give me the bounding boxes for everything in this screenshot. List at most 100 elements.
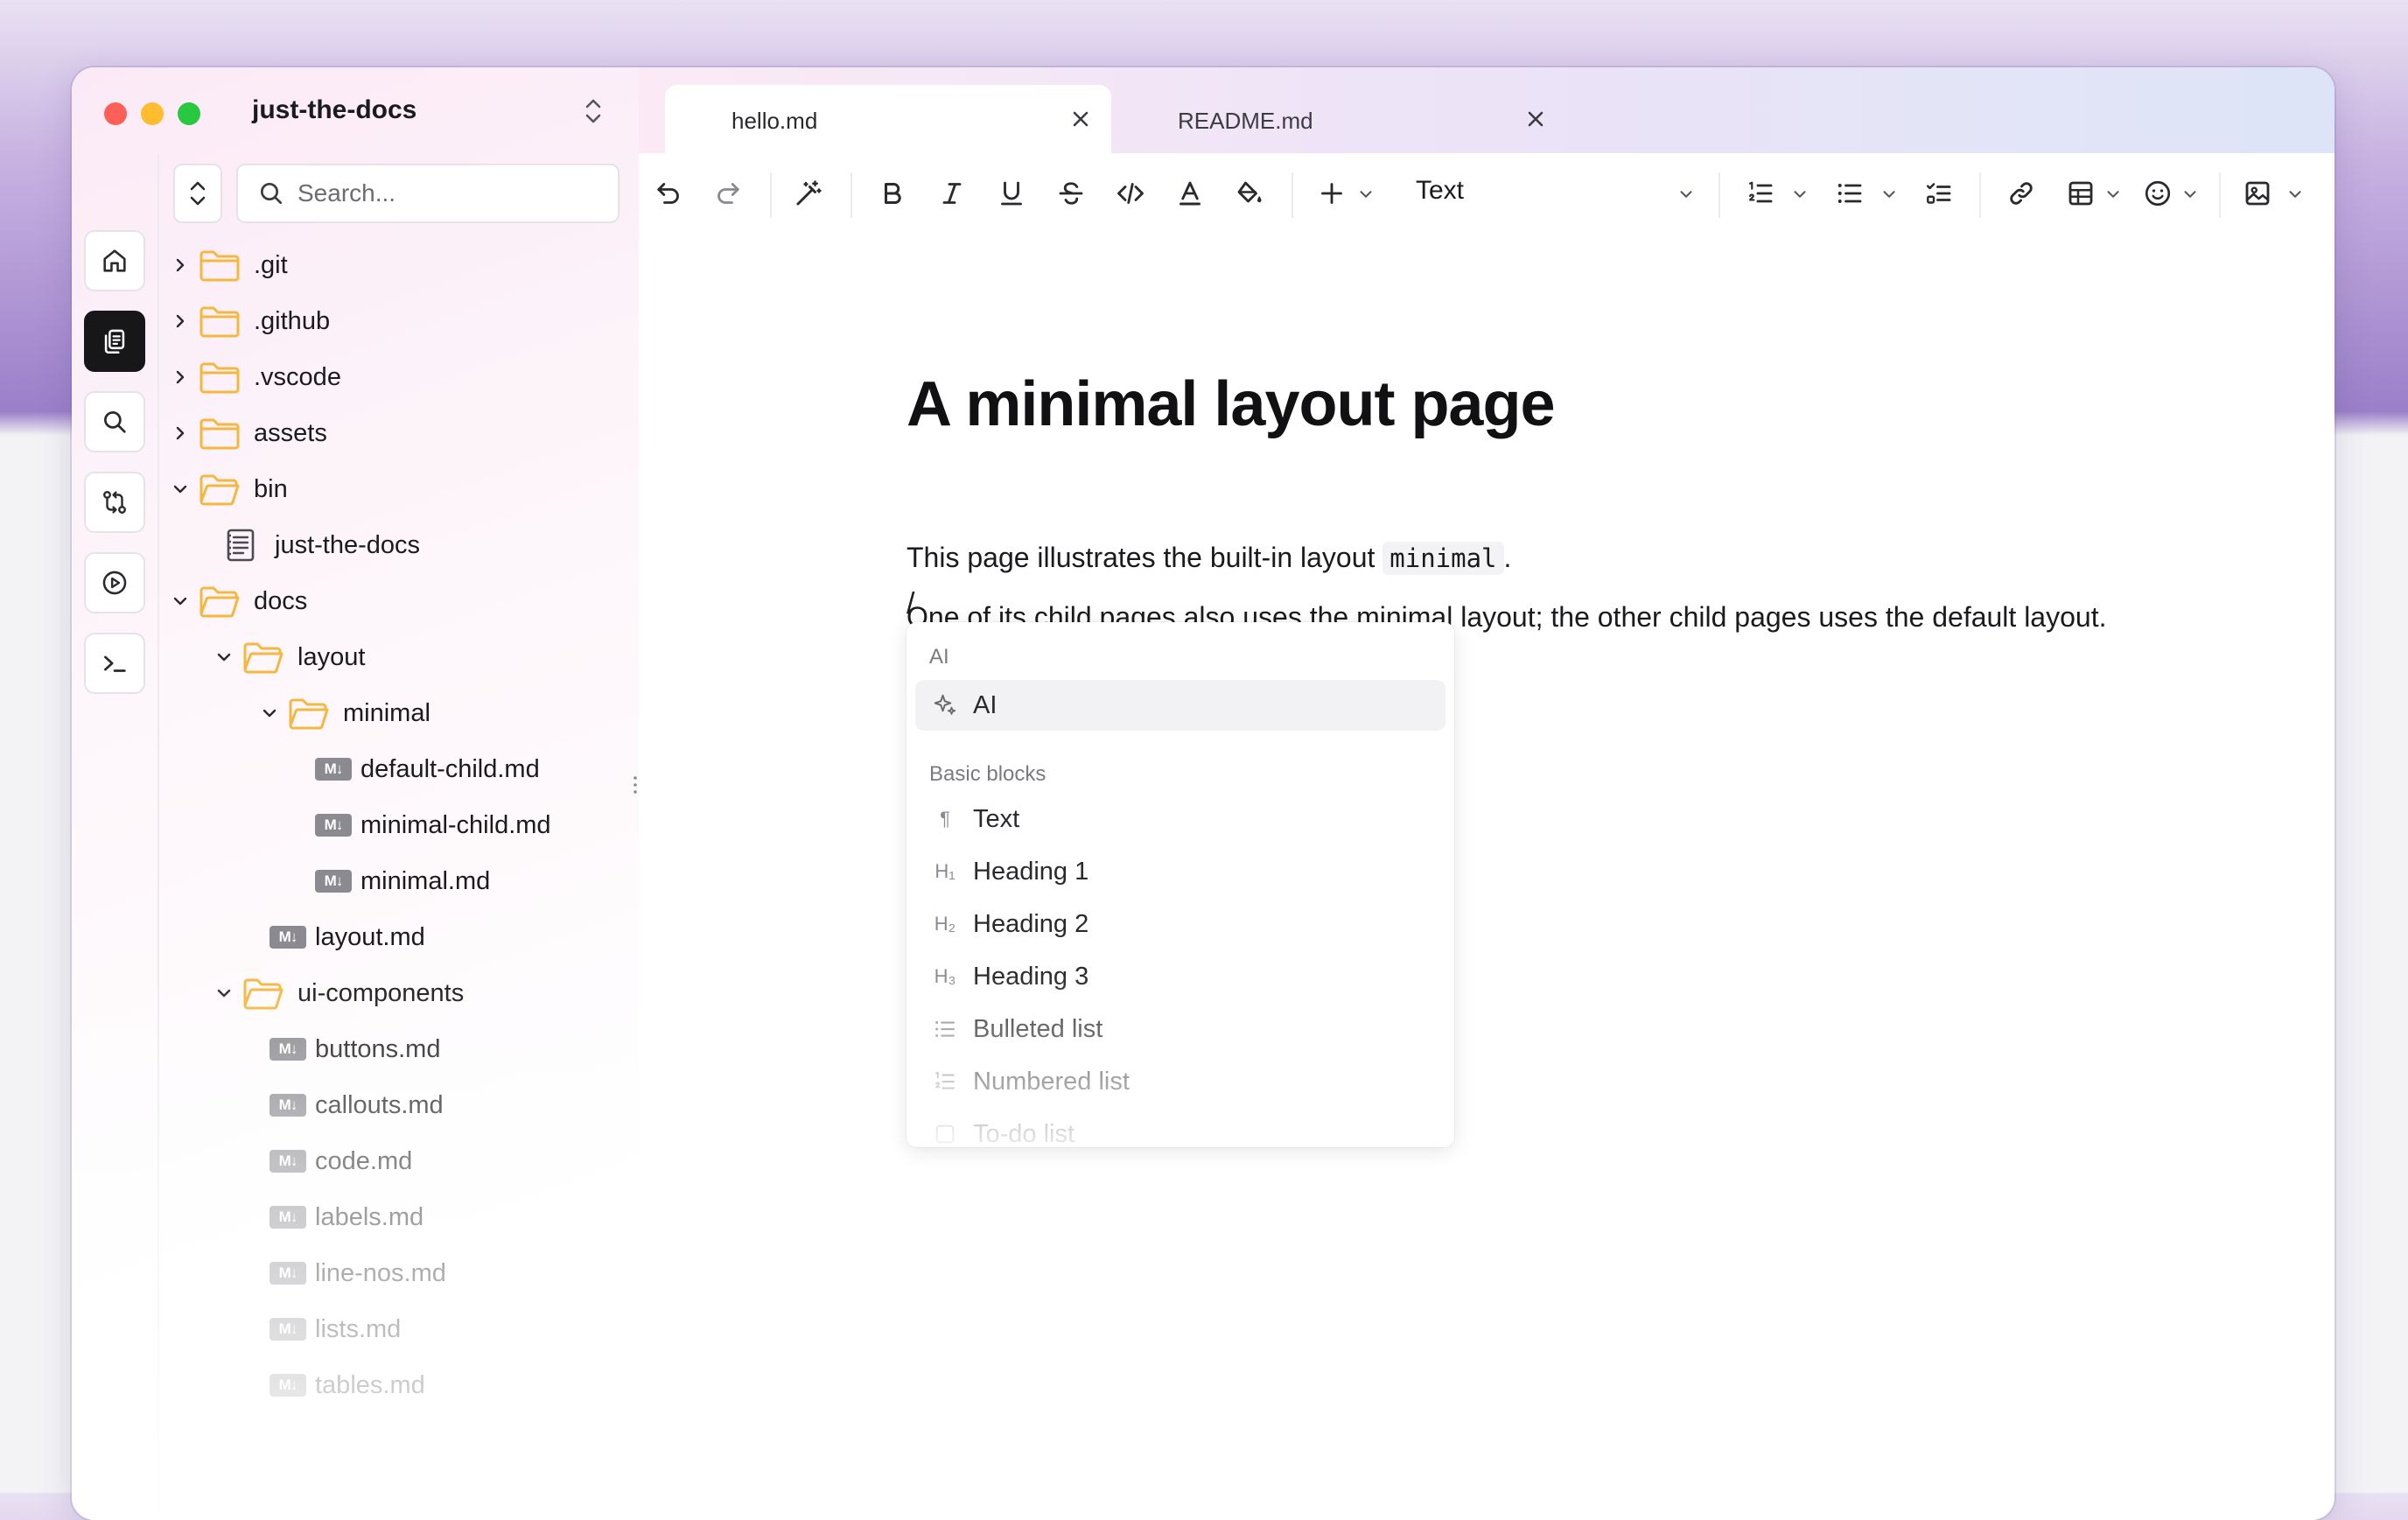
menu-item-heading-2[interactable]: H₂ Heading 2: [915, 899, 1446, 949]
text-color-button[interactable]: [1172, 176, 1208, 211]
document-title[interactable]: A minimal layout page: [906, 368, 1555, 440]
italic-button[interactable]: [934, 176, 970, 211]
search-field[interactable]: [236, 164, 620, 223]
underline-button[interactable]: [994, 176, 1029, 211]
chevron-down-icon[interactable]: [1790, 185, 1810, 204]
chevron-down-icon[interactable]: [1880, 185, 1899, 204]
minimize-window-button[interactable]: [141, 102, 164, 125]
highlight-button[interactable]: [1232, 176, 1267, 211]
block-type-select[interactable]: Text: [1416, 176, 1464, 206]
close-icon[interactable]: [1522, 106, 1549, 132]
tree-item-label: minimal-child.md: [360, 810, 551, 839]
files-button[interactable]: [84, 311, 145, 372]
tree-item-label: code.md: [315, 1146, 413, 1175]
search-icon: [104, 411, 126, 433]
editor-area[interactable]: A minimal layout page This page illustra…: [639, 234, 2334, 1520]
insert-button[interactable]: [1314, 176, 1349, 211]
search-panel-button[interactable]: [84, 391, 145, 452]
strikethrough-button[interactable]: [1054, 176, 1088, 211]
tree-item-default-child-md[interactable]: M↓ default-child.md: [158, 743, 630, 795]
tree-item-just-the-docs[interactable]: just-the-docs: [158, 519, 630, 571]
tree-item-label: line-nos.md: [315, 1258, 446, 1287]
markdown-icon: M↓: [266, 1254, 310, 1292]
tree-item-lists-md[interactable]: M↓ lists.md: [158, 1303, 630, 1355]
menu-item-bulleted-list[interactable]: Bulleted list: [915, 1004, 1446, 1054]
tree-item-minimal[interactable]: minimal: [158, 687, 630, 739]
text-color-icon: [1180, 181, 1200, 206]
tab-hello-md[interactable]: hello.md: [665, 85, 1111, 153]
image-button[interactable]: [2240, 176, 2275, 211]
tree-item-code-md[interactable]: M↓ code.md: [158, 1135, 630, 1187]
tree-item-label: lists.md: [315, 1314, 402, 1343]
paragraph-text: .: [1503, 542, 1512, 573]
maximize-window-button[interactable]: [178, 102, 200, 125]
tree-item-bin[interactable]: bin: [158, 463, 630, 515]
bulleted-list-icon: [1838, 184, 1862, 203]
tree-item-buttons-md[interactable]: M↓ buttons.md: [158, 1023, 630, 1075]
activity-rail: [72, 153, 159, 1520]
chevron-down-icon[interactable]: [2104, 185, 2123, 204]
tree-item-minimal-child-md[interactable]: M↓ minimal-child.md: [158, 799, 630, 851]
emoji-button[interactable]: [2140, 176, 2175, 211]
terminal-button[interactable]: [84, 633, 145, 694]
home-icon: [103, 249, 126, 272]
workspace-name[interactable]: just-the-docs: [252, 95, 416, 125]
bold-button[interactable]: [875, 176, 910, 211]
undo-button[interactable]: [651, 176, 686, 211]
menu-item-ai[interactable]: AI: [915, 680, 1446, 731]
folder-open-icon: [242, 638, 285, 676]
tree-item-minimal-md[interactable]: M↓ minimal.md: [158, 855, 630, 907]
tree-item-docs[interactable]: docs: [158, 575, 630, 627]
numbered-list-button[interactable]: [1743, 176, 1778, 211]
run-button[interactable]: [84, 552, 145, 613]
menu-item-heading-1[interactable]: H₁ Heading 1: [915, 846, 1446, 897]
markdown-icon: M↓: [266, 1310, 310, 1348]
chevron-down-icon[interactable]: [1356, 185, 1376, 204]
menu-item-text[interactable]: ¶ Text: [915, 794, 1446, 844]
slash-command-menu: AI AI Basic blocks ¶ Text H₁ Heading 1 H…: [906, 622, 1454, 1147]
tree-item-github[interactable]: .github: [158, 295, 630, 347]
table-button[interactable]: [2063, 176, 2098, 211]
menu-group-label: Basic blocks: [929, 762, 1046, 786]
plus-icon: [1321, 183, 1342, 204]
chevron-down-icon[interactable]: [2286, 185, 2305, 204]
tree-item-tables-md[interactable]: M↓ tables.md: [158, 1359, 630, 1411]
todo-list-button[interactable]: [1922, 176, 1956, 211]
chevron-right-icon: [176, 258, 185, 272]
home-button[interactable]: [84, 230, 145, 291]
paragraph-1[interactable]: This page illustrates the built-in layou…: [906, 542, 1512, 575]
sort-button[interactable]: [173, 164, 222, 223]
tree-item-git[interactable]: .git: [158, 239, 630, 291]
code-button[interactable]: [1113, 176, 1148, 211]
tree-item-vscode[interactable]: .vscode: [158, 351, 630, 403]
workspace-switch-icon[interactable]: [581, 94, 606, 129]
source-control-button[interactable]: [84, 472, 145, 533]
tree-item-ui-components[interactable]: ui-components: [158, 967, 630, 1019]
ai-magic-button[interactable]: [791, 176, 826, 211]
tab-readme-md[interactable]: README.md: [1111, 85, 1566, 153]
link-button[interactable]: [2004, 176, 2039, 211]
numbered-list-icon: [929, 1066, 961, 1097]
tree-item-line-nos-md[interactable]: M↓ line-nos.md: [158, 1247, 630, 1299]
menu-item-todo-list[interactable]: To-do list: [915, 1109, 1446, 1147]
terminal-icon: [104, 655, 126, 672]
close-icon[interactable]: [1068, 106, 1094, 132]
tree-item-labels-md[interactable]: M↓ labels.md: [158, 1191, 630, 1243]
toolbar-separator: [1292, 172, 1293, 218]
tree-item-assets[interactable]: assets: [158, 407, 630, 459]
bulleted-list-button[interactable]: [1832, 176, 1867, 211]
search-input[interactable]: [296, 179, 597, 208]
tree-item-layout[interactable]: layout: [158, 631, 630, 683]
menu-item-numbered-list[interactable]: Numbered list: [915, 1056, 1446, 1107]
slash-command-text[interactable]: /: [906, 587, 914, 621]
tree-item-layout-md[interactable]: M↓ layout.md: [158, 911, 630, 963]
chevron-down-icon[interactable]: [1676, 185, 1696, 204]
chevron-down-icon[interactable]: [2180, 185, 2200, 204]
close-window-button[interactable]: [104, 102, 127, 125]
menu-item-heading-3[interactable]: H₃ Heading 3: [915, 951, 1446, 1002]
tree-item-callouts-md[interactable]: M↓ callouts.md: [158, 1079, 630, 1131]
tree-item-label: ui-components: [298, 978, 465, 1007]
redo-button[interactable]: [710, 176, 746, 211]
redo-icon: [718, 183, 739, 204]
paragraph-icon: ¶: [940, 808, 950, 830]
